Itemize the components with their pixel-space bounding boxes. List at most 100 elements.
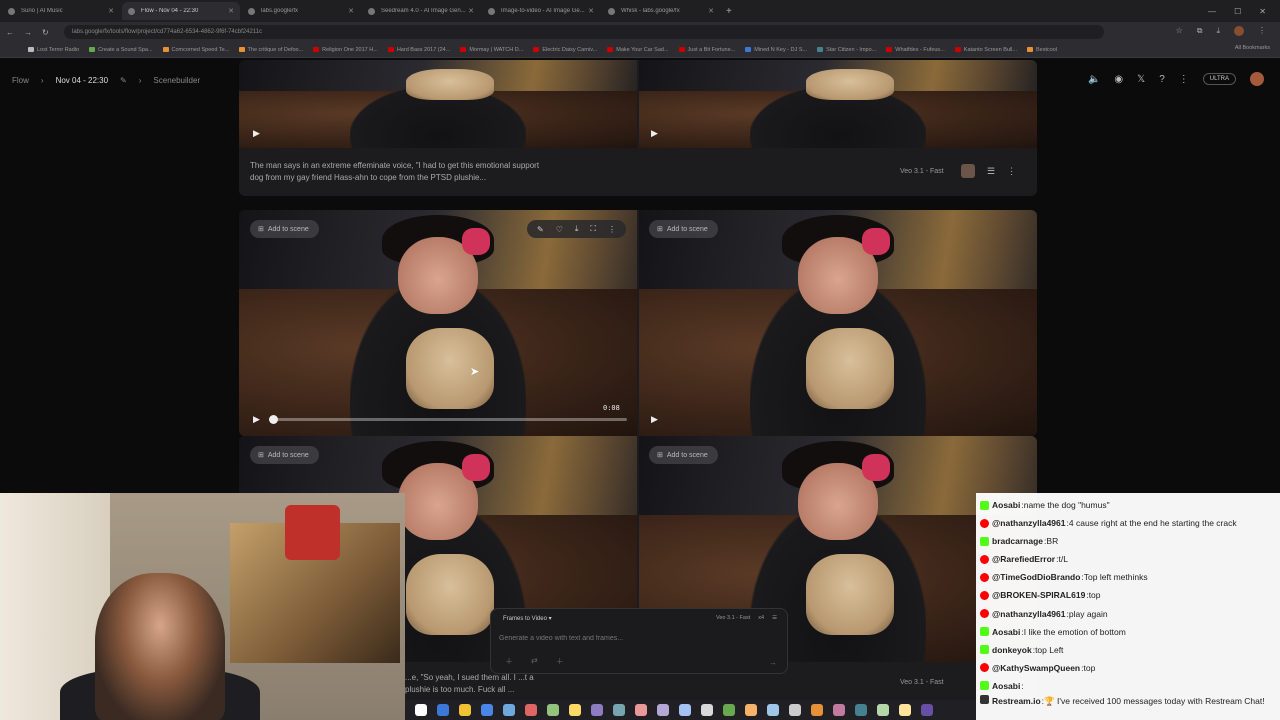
taskbar-app-icon[interactable] <box>723 704 735 716</box>
reload-icon[interactable]: ↻ <box>42 28 54 37</box>
fullscreen-icon[interactable]: ⛶ <box>590 224 596 234</box>
taskbar-app-icon[interactable] <box>679 704 691 716</box>
add-end-frame-icon[interactable]: ＋ <box>556 656 564 667</box>
back-icon[interactable]: ← <box>6 28 18 37</box>
url-field[interactable]: labs.google/fx/tools/flow/project/cd774a… <box>64 25 1104 39</box>
new-tab-button[interactable]: + <box>726 6 732 17</box>
browser-tab[interactable]: labs.google/fx ✕ <box>242 2 360 20</box>
close-icon[interactable]: ✕ <box>228 7 234 15</box>
taskbar-app-icon[interactable] <box>877 704 889 716</box>
taskbar-app-icon[interactable] <box>613 704 625 716</box>
bookmark-item[interactable]: Create a Sound Spa... <box>89 47 153 53</box>
discord-icon[interactable]: ◉ <box>1114 74 1123 85</box>
taskbar-app-icon[interactable] <box>855 704 867 716</box>
video-thumbnail[interactable]: ⊞ Add to scene ▶ <box>639 210 1037 436</box>
extensions-icon[interactable]: ⧉ <box>1197 26 1203 36</box>
breadcrumb-view[interactable]: Scenebuilder <box>153 76 200 85</box>
taskbar-app-icon[interactable] <box>833 704 845 716</box>
minimize-icon[interactable]: — <box>1208 7 1216 16</box>
settings-icon[interactable]: ☰ <box>772 615 777 621</box>
bookmark-item[interactable]: Hard Bass 2017 (24... <box>387 47 450 53</box>
project-title[interactable]: Nov 04 - 22:30 <box>56 76 108 85</box>
taskbar-app-icon[interactable] <box>745 704 757 716</box>
browser-tab[interactable]: Seedream 4.0 - AI Image Gen... ✕ <box>362 2 480 20</box>
add-to-scene-button[interactable]: ⊞ Add to scene <box>250 446 319 464</box>
bookmark-item[interactable]: Bestcool <box>1026 47 1057 53</box>
taskbar-app-icon[interactable] <box>591 704 603 716</box>
bookmark-item[interactable]: Just a Bit Fortune... <box>678 47 735 53</box>
taskbar-app-icon[interactable] <box>921 704 933 716</box>
close-window-icon[interactable]: ✕ <box>1259 7 1266 16</box>
x-logo-icon[interactable]: 𝕏 <box>1137 74 1145 85</box>
taskbar-app-icon[interactable] <box>657 704 669 716</box>
close-icon[interactable]: ✕ <box>348 7 354 15</box>
taskbar-app-icon[interactable] <box>547 704 559 716</box>
browser-tab[interactable]: Whisk - labs.google/fx ✕ <box>602 2 720 20</box>
close-icon[interactable]: ✕ <box>708 7 714 15</box>
video-thumbnail[interactable]: ▶ <box>639 60 1037 148</box>
prompt-input[interactable] <box>499 635 769 642</box>
taskbar-app-icon[interactable] <box>899 704 911 716</box>
taskbar-app-icon[interactable] <box>503 704 515 716</box>
model-selector[interactable]: Veo 3.1 - Fast <box>716 615 750 621</box>
bookmark-item[interactable]: Comcorned Speed Te... <box>162 47 229 53</box>
profile-avatar[interactable] <box>1234 26 1244 36</box>
close-icon[interactable]: ✕ <box>468 7 474 15</box>
user-avatar[interactable] <box>1250 72 1264 86</box>
bookmark-item[interactable]: Star Citizen - Impo... <box>817 47 876 53</box>
play-icon[interactable]: ▶ <box>651 414 658 425</box>
bookmark-item[interactable]: Mined N Key - DJ S... <box>745 47 807 53</box>
download-icon[interactable]: ⤓ <box>575 224 579 234</box>
breadcrumb-root[interactable]: Flow <box>12 76 29 85</box>
browser-tab[interactable]: Suno | AI Music ✕ <box>2 2 120 20</box>
send-arrow-icon[interactable]: → <box>769 658 777 667</box>
forward-icon[interactable]: → <box>24 28 36 37</box>
edit-icon[interactable]: ✎ <box>537 225 544 234</box>
add-start-frame-icon[interactable]: ＋ <box>505 656 513 667</box>
play-icon[interactable]: ▶ <box>253 128 260 139</box>
star-icon[interactable]: ☆ <box>1176 26 1183 36</box>
output-count[interactable]: x4 <box>758 615 764 621</box>
bookmark-item[interactable]: The critique of Defoo... <box>238 47 303 53</box>
add-to-scene-button[interactable]: ⊞ Add to scene <box>250 220 319 238</box>
swap-frames-icon[interactable]: ⇄ <box>531 656 538 667</box>
close-icon[interactable]: ✕ <box>108 7 114 15</box>
settings-icon[interactable]: ☰ <box>987 166 995 177</box>
more-icon[interactable]: ⋮ <box>1007 166 1016 177</box>
bookmark-item[interactable]: Mormay | WATCH D... <box>460 47 523 53</box>
add-to-scene-button[interactable]: ⊞ Add to scene <box>649 220 718 238</box>
download-icon[interactable]: ⤓ <box>1216 26 1220 36</box>
more-icon[interactable]: ⋮ <box>1179 74 1189 85</box>
edit-icon[interactable]: ✎ <box>120 76 127 85</box>
bookmark-item[interactable]: Electric Daisy Carniv... <box>533 47 597 53</box>
bookmark-item[interactable]: Make Your Car Sad... <box>607 47 669 53</box>
menu-icon[interactable]: ⋮ <box>1258 26 1266 36</box>
video-thumbnail[interactable]: ▶ <box>239 60 637 148</box>
play-icon[interactable]: ▶ <box>651 128 658 139</box>
more-icon[interactable]: ⋮ <box>608 225 616 234</box>
bookmark-item[interactable]: Whatfdes - Fufeus... <box>886 47 945 53</box>
taskbar-app-icon[interactable] <box>481 704 493 716</box>
all-bookmarks-button[interactable]: All Bookmarks <box>1235 45 1270 51</box>
taskbar-app-icon[interactable] <box>459 704 471 716</box>
taskbar-app-icon[interactable] <box>701 704 713 716</box>
reference-thumbnail[interactable] <box>961 164 975 178</box>
help-icon[interactable]: ? <box>1159 74 1165 85</box>
speaker-icon[interactable]: 🔈 <box>1088 74 1100 85</box>
taskbar-app-icon[interactable] <box>415 704 427 716</box>
browser-tab[interactable]: Image-to-video - AI Image Ge... ✕ <box>482 2 600 20</box>
bookmark-item[interactable]: Religion One 2017 H... <box>313 47 378 53</box>
taskbar-app-icon[interactable] <box>635 704 647 716</box>
taskbar-app-icon[interactable] <box>767 704 779 716</box>
bookmark-item[interactable]: Katanto Screen Bull... <box>954 47 1017 53</box>
taskbar-app-icon[interactable] <box>525 704 537 716</box>
heart-icon[interactable]: ♡ <box>556 225 563 234</box>
add-to-scene-button[interactable]: ⊞ Add to scene <box>649 446 718 464</box>
browser-tab-active[interactable]: Flow - Nov 04 - 22:30 ✕ <box>122 2 240 20</box>
mode-dropdown[interactable]: Frames to Video ▾ <box>503 615 552 622</box>
taskbar-app-icon[interactable] <box>789 704 801 716</box>
taskbar-app-icon[interactable] <box>569 704 581 716</box>
scrubber-handle[interactable] <box>269 415 278 424</box>
video-thumbnail[interactable]: ⊞ Add to scene ✎ ♡ ⤓ ⛶ ⋮ ▶ 0:08 <box>239 210 637 436</box>
taskbar-app-icon[interactable] <box>437 704 449 716</box>
